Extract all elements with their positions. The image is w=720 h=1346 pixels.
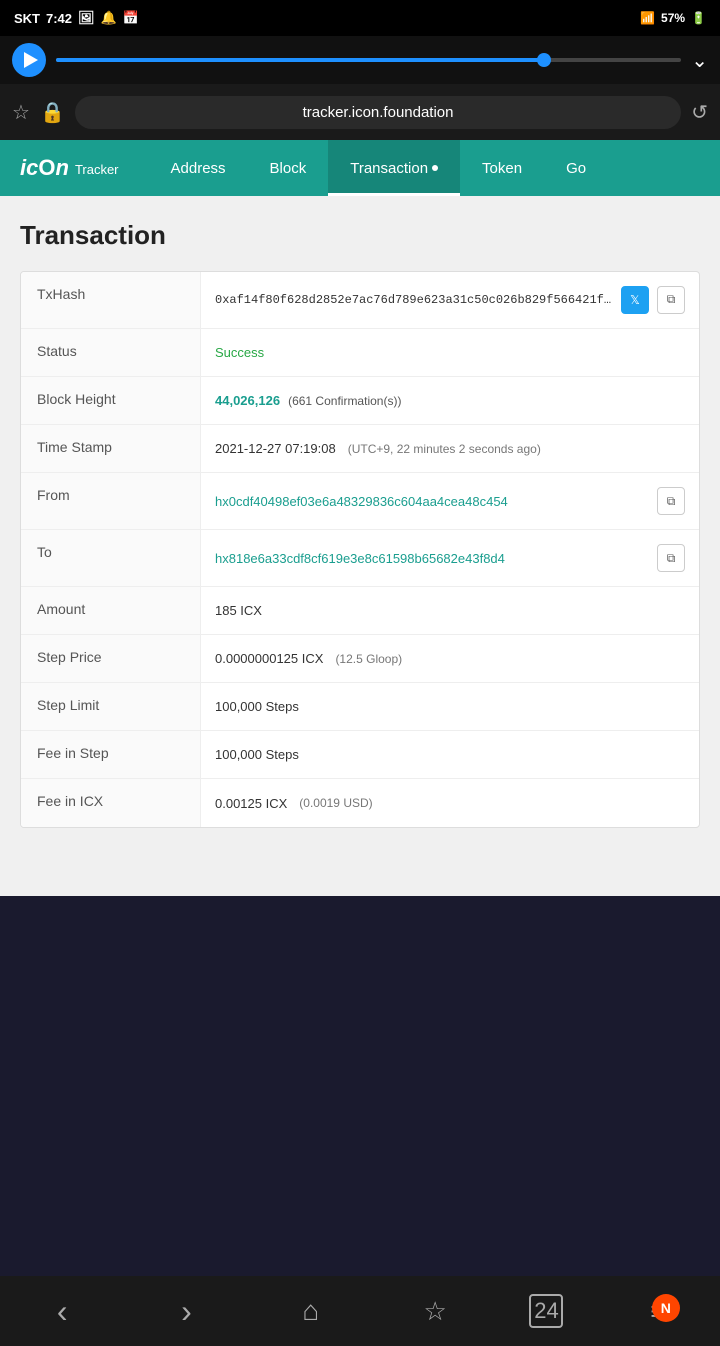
browser-bar: ☆ 🔒 tracker.icon.foundation ↺ [0, 84, 720, 140]
table-row: Step Price 0.0000000125 ICX (12.5 Gloop) [21, 635, 699, 683]
table-row: Step Limit 100,000 Steps [21, 683, 699, 731]
to-address-link[interactable]: hx818e6a33cdf8cf619e3e8c61598b65682e43f8… [215, 551, 649, 566]
value-status: Success [201, 329, 699, 376]
value-fee-step: 100,000 Steps [201, 731, 699, 778]
copy-icon [667, 551, 676, 566]
value-timestamp: 2021-12-27 07:19:08 (UTC+9, 22 minutes 2… [201, 425, 699, 472]
table-row: Fee in Step 100,000 Steps [21, 731, 699, 779]
play-icon [24, 52, 38, 68]
value-from: hx0cdf40498ef03e6a48329836c604aa4cea48c4… [201, 473, 699, 529]
progress-fill [56, 58, 544, 62]
table-row: From hx0cdf40498ef03e6a48329836c604aa4ce… [21, 473, 699, 530]
active-dot [432, 165, 438, 171]
table-row: Amount 185 ICX [21, 587, 699, 635]
gloop-note: (12.5 Gloop) [335, 652, 402, 666]
copy-icon [667, 293, 676, 307]
copy-icon [667, 494, 676, 509]
value-amount: 185 ICX [201, 587, 699, 634]
label-block-height: Block Height [21, 377, 201, 424]
status-left: SKT 7:42 🖼 🔔 📅 [14, 10, 139, 26]
logo-icon: icOn [20, 155, 69, 181]
menu-area: ≡ N [628, 1286, 688, 1336]
battery-icon: 🔋 [691, 11, 706, 25]
home-button[interactable]: ⌂ [281, 1286, 341, 1336]
table-row: TxHash 0xaf14f80f628d2852e7ac76d789e623a… [21, 272, 699, 329]
label-to: To [21, 530, 201, 586]
block-height-link[interactable]: 44,026,126 [215, 393, 280, 408]
nav-items: Address Block Transaction Token Go [149, 140, 609, 196]
play-button[interactable] [12, 43, 46, 77]
status-badge: Success [215, 345, 264, 360]
lock-icon: 🔒 [40, 100, 65, 125]
nav-bar: icOn Tracker Address Block Transaction T… [0, 140, 720, 196]
value-step-price: 0.0000000125 ICX (12.5 Gloop) [201, 635, 699, 682]
label-step-limit: Step Limit [21, 683, 201, 730]
value-step-limit: 100,000 Steps [201, 683, 699, 730]
from-address-link[interactable]: hx0cdf40498ef03e6a48329836c604aa4cea48c4… [215, 494, 649, 509]
star-icon[interactable]: ☆ [12, 100, 30, 125]
value-block-height: 44,026,126 (661 Confirmation(s)) [201, 377, 699, 424]
transaction-table: TxHash 0xaf14f80f628d2852e7ac76d789e623a… [20, 271, 700, 828]
calendar-icon: 📅 [123, 10, 139, 26]
value-to: hx818e6a33cdf8cf619e3e8c61598b65682e43f8… [201, 530, 699, 586]
value-txhash: 0xaf14f80f628d2852e7ac76d789e623a31c50c0… [201, 272, 699, 328]
carrier: SKT [14, 11, 40, 26]
forward-button[interactable]: › [156, 1286, 216, 1336]
copy-txhash-button[interactable] [657, 286, 685, 314]
label-txhash: TxHash [21, 272, 201, 328]
notification-badge: N [652, 1294, 680, 1322]
copy-to-button[interactable] [657, 544, 685, 572]
refresh-icon[interactable]: ↺ [691, 100, 708, 125]
copy-from-button[interactable] [657, 487, 685, 515]
collapse-button[interactable]: ⌄ [691, 48, 708, 73]
photo-icon: 🖼 [78, 10, 95, 26]
progress-thumb [537, 53, 551, 67]
signal-icon: 📶 [640, 11, 655, 25]
table-row: Time Stamp 2021-12-27 07:19:08 (UTC+9, 2… [21, 425, 699, 473]
logo-text: Tracker [75, 162, 119, 177]
status-bar: SKT 7:42 🖼 🔔 📅 📶 57% 🔋 [0, 0, 720, 36]
label-step-price: Step Price [21, 635, 201, 682]
progress-bar[interactable] [56, 58, 681, 62]
table-row: Block Height 44,026,126 (661 Confirmatio… [21, 377, 699, 425]
label-fee-step: Fee in Step [21, 731, 201, 778]
time: 7:42 [46, 11, 72, 26]
nav-item-go[interactable]: Go [544, 140, 608, 196]
usd-note: (0.0019 USD) [299, 796, 372, 810]
status-right: 📶 57% 🔋 [640, 11, 706, 25]
label-timestamp: Time Stamp [21, 425, 201, 472]
back-button[interactable]: ‹ [32, 1286, 92, 1336]
label-fee-icx: Fee in ICX [21, 779, 201, 827]
amount-value: 185 ICX [215, 603, 262, 618]
media-icon: 🔔 [101, 10, 117, 26]
page-title: Transaction [20, 220, 700, 251]
media-bar: ⌄ [0, 36, 720, 84]
nav-item-address[interactable]: Address [149, 140, 248, 196]
tabs-button[interactable]: 24 [529, 1294, 563, 1328]
main-content: Transaction TxHash 0xaf14f80f628d2852e7a… [0, 196, 720, 896]
url-bar[interactable]: tracker.icon.foundation [75, 96, 681, 129]
label-from: From [21, 473, 201, 529]
table-row: To hx818e6a33cdf8cf619e3e8c61598b65682e4… [21, 530, 699, 587]
bookmark-button[interactable]: ☆ [405, 1286, 465, 1336]
timestamp-extra: (UTC+9, 22 minutes 2 seconds ago) [348, 442, 541, 456]
nav-item-block[interactable]: Block [248, 140, 329, 196]
logo[interactable]: icOn Tracker [20, 155, 119, 181]
label-amount: Amount [21, 587, 201, 634]
label-status: Status [21, 329, 201, 376]
table-row: Fee in ICX 0.00125 ICX (0.0019 USD) [21, 779, 699, 827]
battery: 57% [661, 11, 685, 25]
value-fee-icx: 0.00125 ICX (0.0019 USD) [201, 779, 699, 827]
nav-item-transaction[interactable]: Transaction [328, 140, 460, 196]
table-row: Status Success [21, 329, 699, 377]
bottom-nav: ‹ › ⌂ ☆ 24 ≡ N [0, 1276, 720, 1346]
twitter-button[interactable]: 𝕏 [621, 286, 649, 314]
nav-item-token[interactable]: Token [460, 140, 544, 196]
empty-space [0, 896, 720, 1276]
confirmations: (661 Confirmation(s)) [288, 394, 401, 408]
